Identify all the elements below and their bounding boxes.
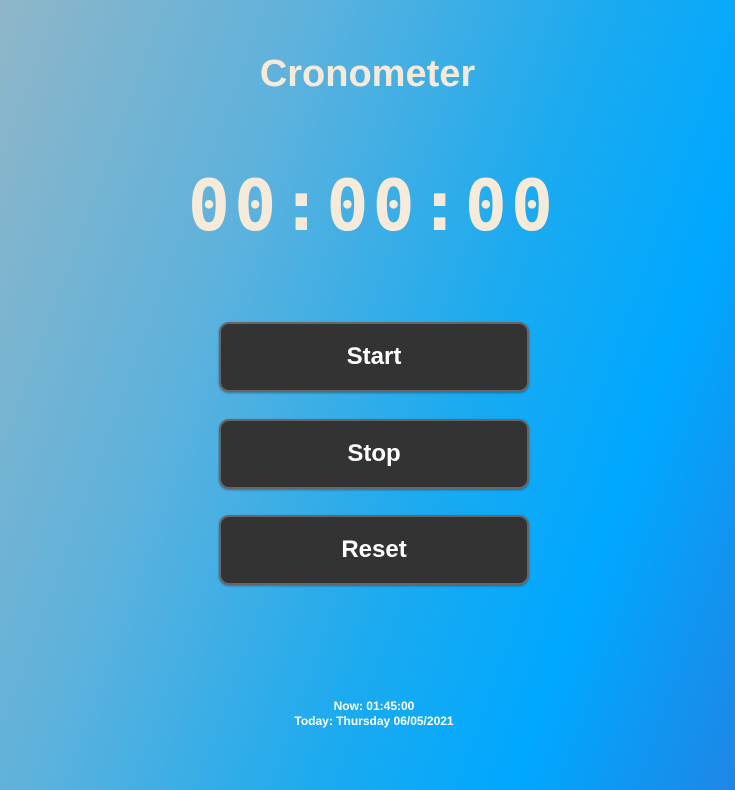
app-container: Cronometer 00:00:00 Start Stop Reset Now… [0, 0, 735, 790]
timer-display: 00:00:00 [187, 165, 558, 247]
stop-button[interactable]: Stop [219, 419, 529, 489]
page-title: Cronometer [259, 53, 476, 95]
start-button[interactable]: Start [219, 322, 529, 392]
reset-button[interactable]: Reset [219, 515, 529, 585]
current-date-text: Today: Thursday 06/05/2021 [294, 714, 454, 728]
clock-info: Now: 01:45:00 Today: Thursday 06/05/2021 [0, 699, 735, 729]
current-time-text: Now: 01:45:00 [333, 699, 415, 713]
